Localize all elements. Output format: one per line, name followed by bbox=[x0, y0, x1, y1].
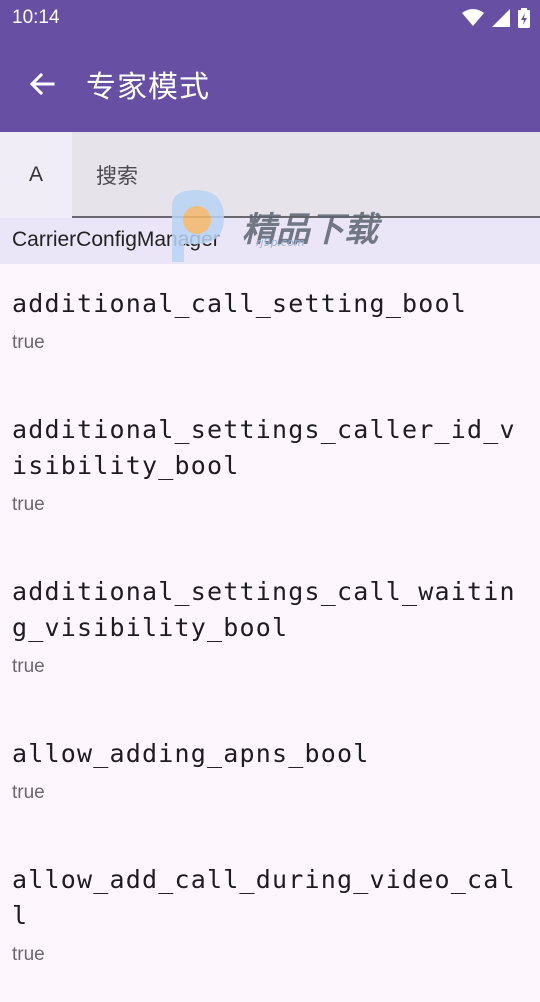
config-value: true bbox=[12, 782, 45, 803]
battery-charging-icon bbox=[518, 8, 530, 28]
status-bar: 10:14 bbox=[0, 0, 540, 36]
back-button[interactable] bbox=[22, 64, 62, 104]
watermark-sub: rj9p.com bbox=[256, 236, 305, 249]
list-item[interactable]: allow_add_call_during_video_call true bbox=[0, 840, 540, 1002]
config-value: true bbox=[12, 494, 45, 515]
list-item[interactable]: additional_settings_caller_id_visibility… bbox=[0, 390, 540, 552]
watermark-badge-icon bbox=[172, 190, 224, 262]
list-item[interactable]: additional_call_setting_bool true bbox=[0, 264, 540, 390]
config-key: allow_add_call_during_video_call bbox=[12, 865, 516, 930]
app-bar: 专家模式 bbox=[0, 36, 540, 132]
arrow-left-icon bbox=[29, 72, 55, 96]
search-placeholder: 搜索 bbox=[96, 164, 138, 188]
config-key: additional_call_setting_bool bbox=[12, 289, 468, 318]
watermark-logo: 精品下载 rj9p.com bbox=[162, 186, 392, 266]
wifi-icon bbox=[462, 9, 484, 26]
config-key: additional_settings_caller_id_visibility… bbox=[12, 415, 516, 480]
search-prefix[interactable]: A bbox=[0, 132, 72, 218]
status-time: 10:14 bbox=[12, 7, 60, 28]
config-value: true bbox=[12, 656, 45, 677]
config-key: allow_adding_apns_bool bbox=[12, 739, 370, 768]
page-title: 专家模式 bbox=[86, 70, 210, 105]
config-key: additional_settings_call_waiting_visibil… bbox=[12, 577, 516, 642]
config-value: true bbox=[12, 944, 45, 965]
config-value: true bbox=[12, 332, 45, 353]
list-item[interactable]: additional_settings_call_waiting_visibil… bbox=[0, 552, 540, 714]
cellular-signal-icon bbox=[492, 9, 510, 27]
config-list: additional_call_setting_bool true additi… bbox=[0, 264, 540, 1002]
list-item[interactable]: allow_adding_apns_bool true bbox=[0, 714, 540, 840]
status-icons bbox=[462, 7, 530, 29]
